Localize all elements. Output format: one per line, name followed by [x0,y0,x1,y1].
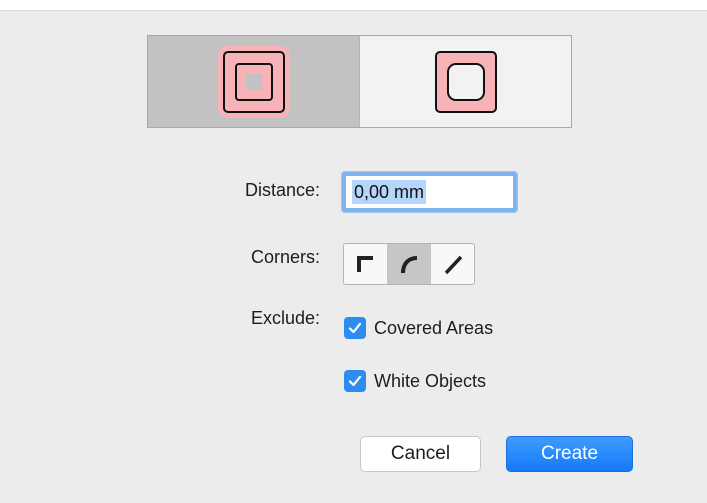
corners-selector [343,243,475,285]
covered-areas-label: Covered Areas [374,317,494,338]
cancel-button[interactable]: Cancel [360,436,481,472]
covered-areas-checkbox-row[interactable]: Covered Areas [344,317,493,339]
covered-areas-checkbox[interactable] [344,317,366,339]
mode-selector [147,35,572,128]
checkmark-icon [348,322,362,334]
mode-inside-button[interactable] [148,36,359,127]
distance-input[interactable]: 0,00 mm [342,172,517,212]
outline-outside-icon [434,50,497,113]
outline-inside-icon [217,45,290,118]
bevel-corner-icon [444,255,462,275]
distance-value[interactable]: 0,00 mm [352,180,427,204]
round-corner-icon [401,256,418,274]
white-objects-checkbox-row[interactable]: White Objects [344,370,486,392]
corner-miter-button[interactable] [344,244,387,284]
white-objects-label: White Objects [374,370,487,391]
corner-bevel-button[interactable] [430,244,474,284]
white-objects-checkbox[interactable] [344,370,366,392]
distance-label: Distance: [244,180,320,200]
corners-label: Corners: [250,247,320,267]
exclude-label: Exclude: [250,308,320,328]
miter-corner-icon [357,256,374,272]
checkmark-icon [348,375,362,387]
create-button[interactable]: Create [506,436,633,472]
corner-round-button[interactable] [386,244,431,284]
mode-outside-button[interactable] [359,36,571,127]
